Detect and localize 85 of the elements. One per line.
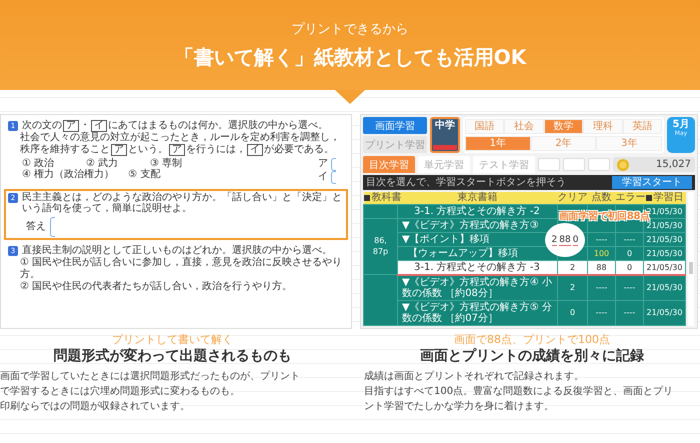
lesson-cell[interactable]: ▼《ビデオ》方程式の解き方⑤ 分数の係数 ［約07分］: [398, 300, 558, 325]
small-button[interactable]: [588, 158, 610, 171]
page-cell: [364, 274, 398, 325]
thumbnail-label: 中学: [435, 120, 455, 131]
column-label: クリア: [558, 192, 588, 204]
clear-cell: 2: [558, 260, 588, 274]
clear-cell: 0: [558, 300, 588, 325]
page-cell: [364, 204, 398, 218]
column-label: エラー: [616, 192, 646, 204]
thumbnail-strip: [433, 145, 457, 150]
answer-label: 答え: [26, 220, 46, 232]
coin-count: 15,027: [656, 159, 691, 170]
expand-icon[interactable]: [364, 194, 370, 200]
feature-heading: 問題形式が変わって出題されるものも: [54, 346, 292, 366]
page-cell: 86, 87p: [364, 218, 398, 274]
small-button[interactable]: [563, 158, 585, 171]
subject-tab[interactable]: 社会: [504, 119, 544, 134]
banner-title: 「書いて解く」紙教材としても活用OK: [174, 44, 526, 70]
column-label: 教科書: [372, 192, 402, 203]
mode-button[interactable]: プリント学習: [363, 136, 427, 153]
question-text: 次の文の ア ・ イ にあてはまるものは何か。選択肢の中から選べ。: [22, 120, 328, 132]
magnified-value: 2: [552, 234, 558, 246]
question-text: 直接民主制の説明として正しいものはどれか。選択肢の中から選べ。: [22, 244, 332, 256]
mode-button[interactable]: 画面学習: [363, 117, 427, 134]
lesson-cell[interactable]: ▼《ビデオ》方程式の解き方③: [398, 218, 558, 232]
subject-tab[interactable]: 国語: [465, 119, 504, 134]
choice-text: ② 武力: [86, 158, 120, 168]
answer-bracket[interactable]: [331, 170, 336, 184]
feature-subtitle: 画面で88点、プリントで100点: [454, 332, 610, 346]
score-cell: ----: [588, 300, 616, 325]
score-cell: 88: [588, 260, 616, 274]
study-tab[interactable]: 目次学習: [363, 156, 415, 173]
error-cell: ----: [616, 232, 644, 246]
feature-subtitle: プリントして書いて解く: [112, 332, 233, 346]
banner-subtitle: プリントできるから: [292, 20, 408, 38]
lesson-cell[interactable]: 3-1. 方程式とその解き方 -2: [398, 204, 558, 218]
date-cell: 21/05/30: [644, 232, 686, 246]
calendar-month: 5月: [672, 119, 690, 130]
grade-tab[interactable]: 2年: [530, 136, 596, 151]
magnified-value: 88: [559, 234, 571, 246]
grade-tab[interactable]: 3年: [596, 136, 662, 151]
pointer-triangle-icon: [335, 90, 365, 104]
small-button[interactable]: [538, 158, 560, 171]
question-text: 民主主義とは，どのような政治のやり方か。「話し合い」と「決定」という語句を使って，簡単に説明せよ。: [22, 192, 343, 214]
coin-icon: [617, 158, 629, 170]
error-cell: 0: [616, 260, 644, 274]
passage-text: 社会で人々の意見の対立が起こったとき，ルールを定め利害を調整し，秩序を維持すること ア という。 ア を行うには， イ が必要である。: [19, 132, 341, 156]
option-text: ② 国民や住民の代表者たちが話し合い，政治を行うやり方。: [19, 281, 294, 292]
lesson-cell[interactable]: 【ウォームアップ】移項: [398, 246, 558, 260]
instruction-text: 目次を選んで、学習スタートボタンを押そう: [366, 176, 566, 189]
subject-tab[interactable]: 理科: [583, 119, 623, 134]
subject-tab[interactable]: 英語: [622, 119, 662, 134]
date-cell: 21/05/30: [644, 274, 686, 300]
error-cell: 0: [616, 246, 644, 260]
date-cell: 21/05/30: [644, 260, 686, 274]
choice-text: ④ 権力（政治権力）: [22, 169, 114, 180]
answer-label: ア: [318, 158, 328, 170]
column-label: 東京書籍: [458, 192, 498, 204]
feature-description: 成績は画面とプリントそれぞれで記録されます。 目指すはすべて100点。豊富な問題数による反復学習と、画面とプリ ント学習でたしかな学力を身に着けます。: [364, 370, 674, 414]
choice-text: ⑤ 支配: [128, 169, 162, 180]
date-cell: 21/05/30: [644, 246, 686, 260]
start-button[interactable]: 学習スタート: [612, 176, 692, 189]
answer-bracket[interactable]: [50, 216, 55, 236]
scrollbar[interactable]: [688, 192, 694, 326]
error-cell: ----: [616, 300, 644, 325]
column-label: 点数: [592, 192, 612, 204]
expand-icon[interactable]: [646, 194, 652, 200]
column-label: 学習日: [654, 192, 684, 203]
feature-heading: 画面とプリントの成績を別々に記録: [420, 346, 644, 366]
lesson-cell[interactable]: 3-1. 方程式とその解き方 -3: [398, 260, 558, 274]
score-cell: 100: [588, 246, 616, 260]
choice-text: ① 政治: [22, 158, 56, 168]
choice-text: ③ 専制: [150, 158, 184, 169]
feature-description: 画面で学習していたときには選択問題形式だったものが、プリント で学習するときには穴埋め問題形式に変わるものも。 印刷ならではの問題が収録されています。: [0, 370, 300, 414]
option-text: ① 国民や住民が話し合いに参加し，直接，意見を政治に反映させるやり方。: [19, 257, 344, 280]
answer-label: イ: [318, 171, 328, 183]
study-tab[interactable]: テスト学習: [473, 156, 535, 173]
score-cell: ----: [588, 232, 616, 246]
answer-bracket[interactable]: [331, 158, 336, 170]
subject-tab[interactable]: 数学: [544, 119, 584, 134]
grade-tab[interactable]: 1年: [465, 136, 531, 151]
lesson-cell[interactable]: ▼《ビデオ》方程式の解き方④ 小数の係数 ［約08分］: [398, 274, 558, 300]
date-cell: 21/05/30: [644, 300, 686, 325]
study-tab[interactable]: 単元学習: [418, 156, 470, 173]
magnified-value: 0: [572, 234, 578, 246]
